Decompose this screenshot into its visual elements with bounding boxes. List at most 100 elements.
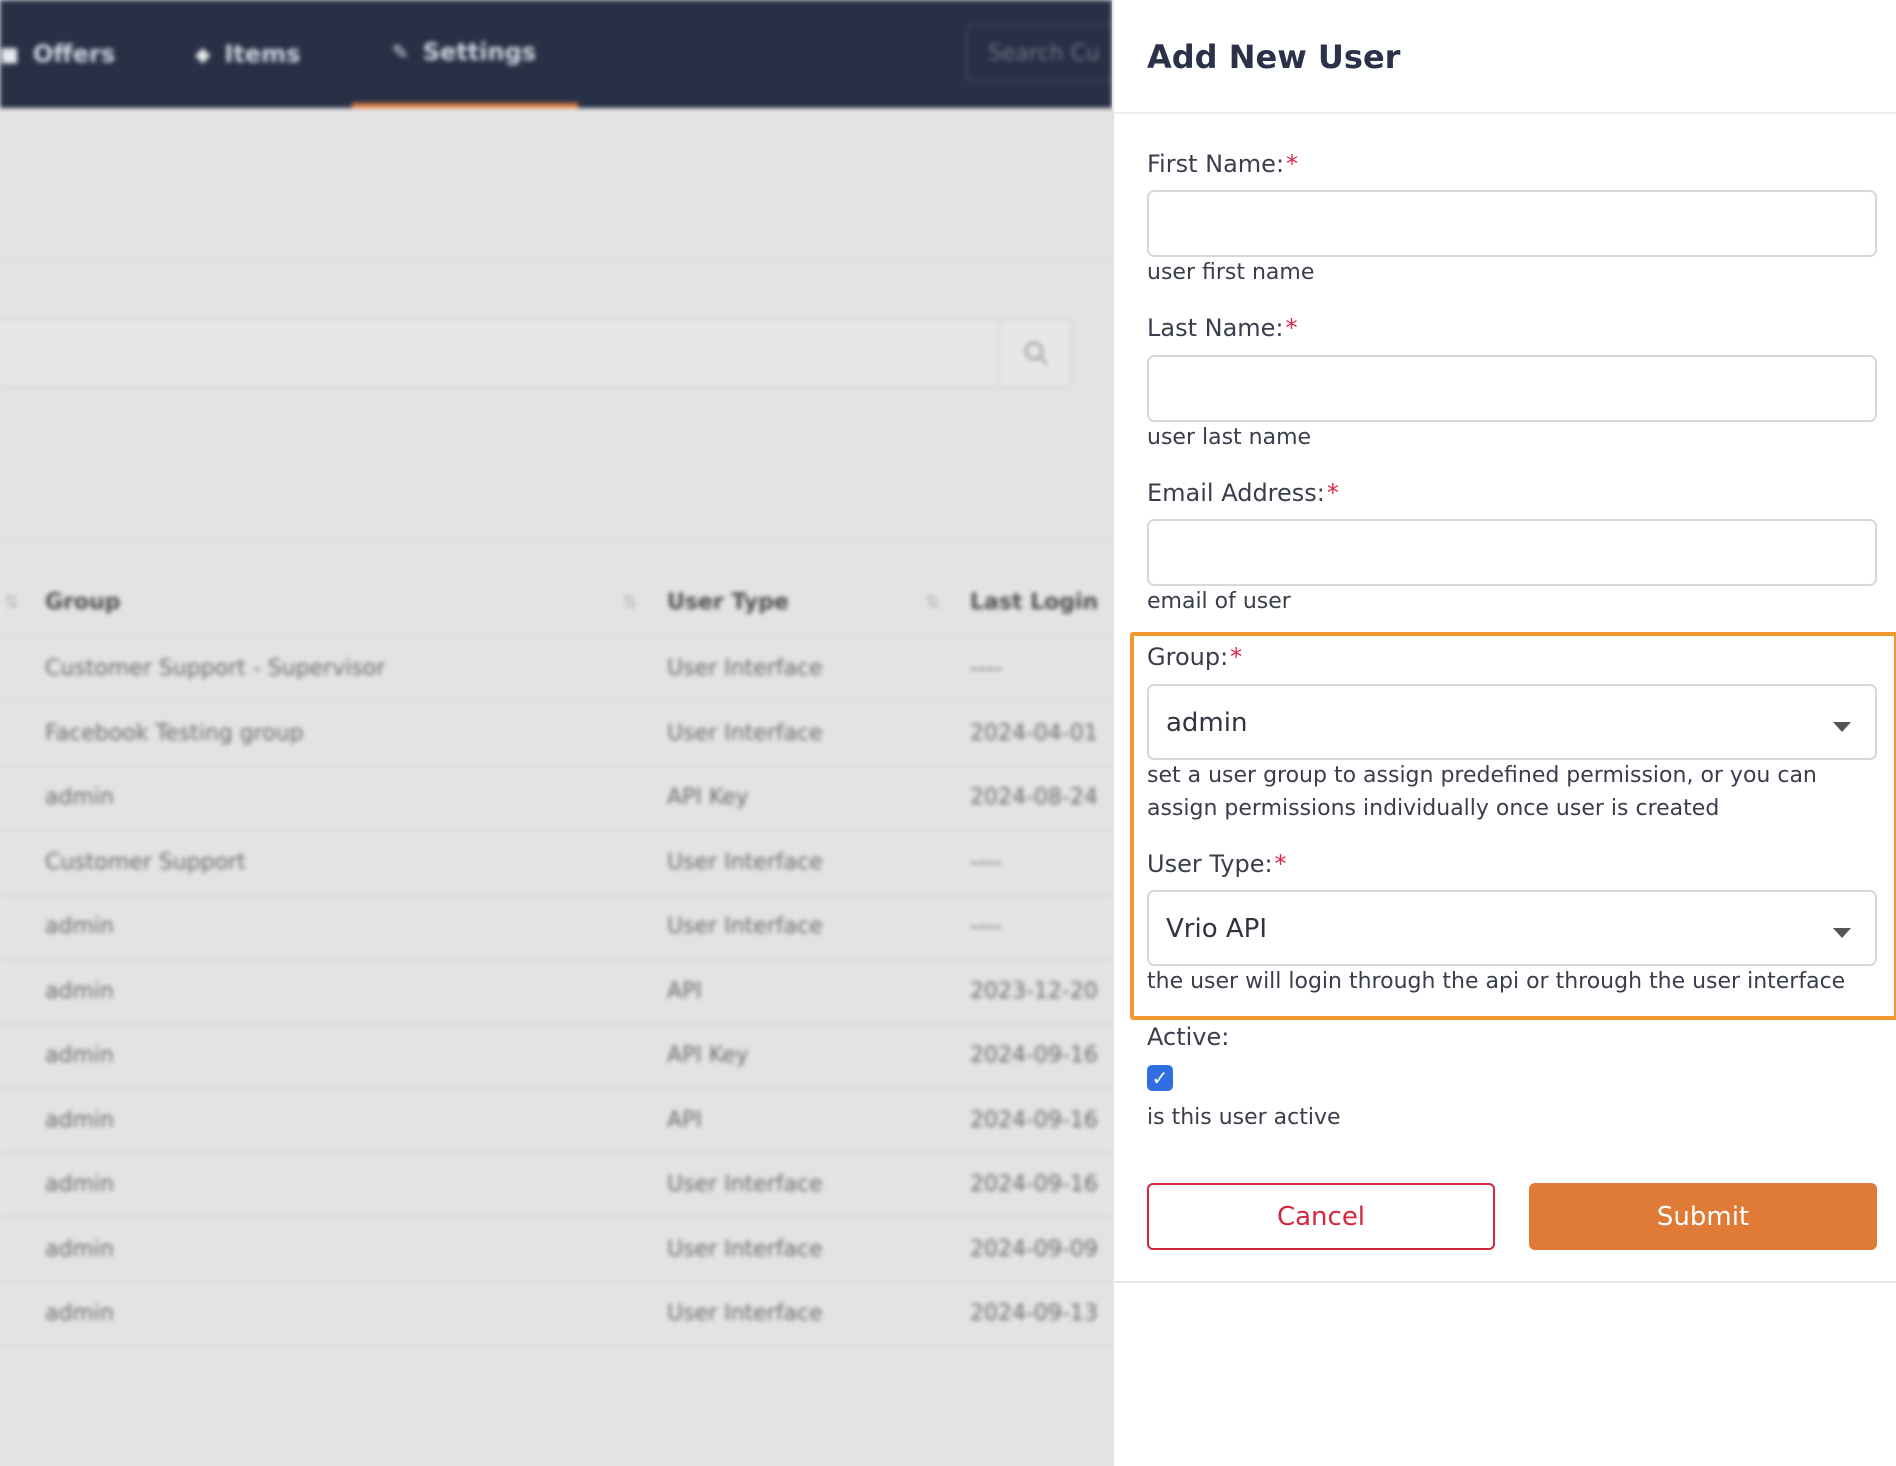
- cell-last-login: 2024-09-09: [970, 1236, 1098, 1262]
- table-row[interactable]: Facebook Testing group User Interface 2024…: [0, 703, 1112, 767]
- cell-user-type: API: [667, 1107, 702, 1133]
- email-input[interactable]: [1147, 519, 1877, 586]
- group-help-line-2: assign permissions individually once use…: [1147, 796, 1720, 821]
- group-label: Group:*: [1147, 643, 1242, 671]
- sort-icon[interactable]: ⇅: [925, 592, 940, 613]
- table-row[interactable]: admin User Interface 2024-09-09: [0, 1219, 1112, 1283]
- nav-item-offers[interactable]: ■ Offers: [0, 0, 115, 108]
- last-name-help: user last name: [1147, 425, 1312, 450]
- user-type-select-value: Vrio API: [1166, 914, 1268, 944]
- search-icon: [1024, 341, 1048, 365]
- cell-group: admin: [45, 978, 114, 1004]
- cell-group: admin: [45, 1236, 114, 1262]
- chevron-down-icon: [1833, 722, 1851, 732]
- cell-user-type: User Interface: [667, 914, 823, 939]
- checkmark-icon: ✓: [1151, 1066, 1169, 1090]
- submit-button[interactable]: Submit: [1529, 1183, 1877, 1250]
- cell-group: Customer Support: [45, 849, 246, 875]
- cell-last-login: 2024-09-16: [970, 1043, 1098, 1068]
- group-select[interactable]: admin: [1147, 684, 1877, 760]
- column-header-user-type[interactable]: User Type: [667, 590, 789, 615]
- table-row[interactable]: admin User Interface ----: [0, 896, 1112, 960]
- chevron-down-icon: [1833, 928, 1851, 938]
- cell-last-login: 2024-09-16: [970, 1107, 1098, 1133]
- cell-user-type: User Interface: [667, 656, 823, 681]
- user-type-select[interactable]: Vrio API: [1147, 890, 1877, 966]
- required-marker: *: [1285, 314, 1298, 342]
- nav-item-items[interactable]: ◆ Items: [195, 0, 300, 108]
- cell-last-login: 2024-09-16: [970, 1172, 1098, 1197]
- required-marker: *: [1326, 479, 1339, 507]
- required-marker: *: [1274, 850, 1287, 878]
- first-name-label-text: First Name:: [1147, 150, 1285, 178]
- group-label-text: Group:: [1147, 643, 1229, 671]
- drawer-header: Add New User: [1114, 0, 1896, 114]
- users-search-input[interactable]: [0, 318, 1072, 388]
- cell-group: admin: [45, 1301, 114, 1326]
- add-user-form: Add New User First Name:* user first nam…: [1114, 0, 1896, 1283]
- background-page: ■ Offers ◆ Items ✎ Settings Search Cu ⇅ …: [0, 0, 1112, 1466]
- sort-icon[interactable]: ⇅: [622, 592, 637, 613]
- search-button[interactable]: [998, 318, 1072, 388]
- cell-user-type: User Interface: [667, 1301, 823, 1326]
- required-marker: *: [1286, 150, 1299, 178]
- table-row[interactable]: admin User Interface 2024-09-13: [0, 1283, 1112, 1347]
- active-help: is this user active: [1147, 1105, 1341, 1130]
- table-row[interactable]: Customer Support - Supervisor User Interf…: [0, 638, 1112, 702]
- table-row[interactable]: Customer Support User Interface ----: [0, 832, 1112, 896]
- cell-group: Facebook Testing group: [45, 720, 304, 746]
- first-name-help: user first name: [1147, 260, 1315, 285]
- cell-group: admin: [45, 914, 114, 939]
- first-name-label: First Name:*: [1147, 150, 1298, 178]
- sort-icon[interactable]: ⇅: [4, 592, 19, 613]
- cell-user-type: User Interface: [667, 1172, 823, 1197]
- tag-icon: ◆: [195, 42, 211, 66]
- user-type-help: the user will login through the api or t…: [1147, 969, 1846, 994]
- nav-item-label: Offers: [32, 40, 116, 68]
- cell-user-type: API Key: [667, 785, 749, 810]
- first-name-input[interactable]: [1147, 190, 1877, 257]
- box-icon: ■: [0, 42, 19, 66]
- cell-last-login: ----: [970, 656, 1002, 681]
- cell-user-type: User Interface: [667, 720, 823, 746]
- cell-group: admin: [45, 1172, 114, 1197]
- column-header-group[interactable]: Group: [45, 590, 120, 615]
- required-marker: *: [1230, 643, 1243, 671]
- cell-group: admin: [45, 1107, 114, 1133]
- cell-user-type: API: [667, 978, 702, 1004]
- add-user-drawer: Add New User First Name:* user first nam…: [1112, 0, 1896, 1466]
- cell-user-type: User Interface: [667, 849, 823, 875]
- global-search-input[interactable]: Search Cu: [966, 24, 1112, 82]
- group-select-value: admin: [1166, 708, 1248, 738]
- cancel-button[interactable]: Cancel: [1147, 1183, 1495, 1250]
- cell-last-login: ----: [970, 849, 1002, 875]
- cell-group: Customer Support - Supervisor: [45, 656, 386, 681]
- cell-last-login: ----: [970, 914, 1002, 939]
- table-row[interactable]: admin API 2024-09-16: [0, 1090, 1112, 1154]
- last-name-input[interactable]: [1147, 355, 1877, 422]
- group-help-line-1: set a user group to assign predefined pe…: [1147, 763, 1817, 788]
- cell-last-login: 2024-04-01: [970, 720, 1098, 746]
- user-type-label-text: User Type:: [1147, 850, 1273, 878]
- top-nav: ■ Offers ◆ Items ✎ Settings Search Cu: [0, 0, 1112, 108]
- wrench-icon: ✎: [392, 39, 409, 64]
- last-name-label: Last Name:*: [1147, 314, 1298, 342]
- column-header-last-login[interactable]: Last Login: [970, 590, 1098, 615]
- table-row[interactable]: admin User Interface 2024-09-16: [0, 1154, 1112, 1218]
- nav-item-label: Items: [224, 40, 301, 68]
- nav-item-label: Settings: [422, 37, 537, 66]
- nav-item-settings[interactable]: ✎ Settings: [352, 0, 578, 108]
- cell-group: admin: [45, 1043, 114, 1068]
- cell-user-type: API Key: [667, 1043, 749, 1068]
- email-label: Email Address:*: [1147, 479, 1339, 507]
- cell-last-login: 2024-08-24: [970, 785, 1098, 810]
- active-checkbox[interactable]: ✓: [1147, 1065, 1173, 1091]
- cell-user-type: User Interface: [667, 1236, 823, 1262]
- last-name-label-text: Last Name:: [1147, 314, 1284, 342]
- table-row[interactable]: admin API Key 2024-09-16: [0, 1025, 1112, 1089]
- email-label-text: Email Address:: [1147, 479, 1325, 507]
- table-row[interactable]: admin API 2023-12-20: [0, 961, 1112, 1025]
- user-type-label: User Type:*: [1147, 850, 1287, 878]
- table-row[interactable]: admin API Key 2024-08-24: [0, 767, 1112, 831]
- email-help: email of user: [1147, 589, 1291, 614]
